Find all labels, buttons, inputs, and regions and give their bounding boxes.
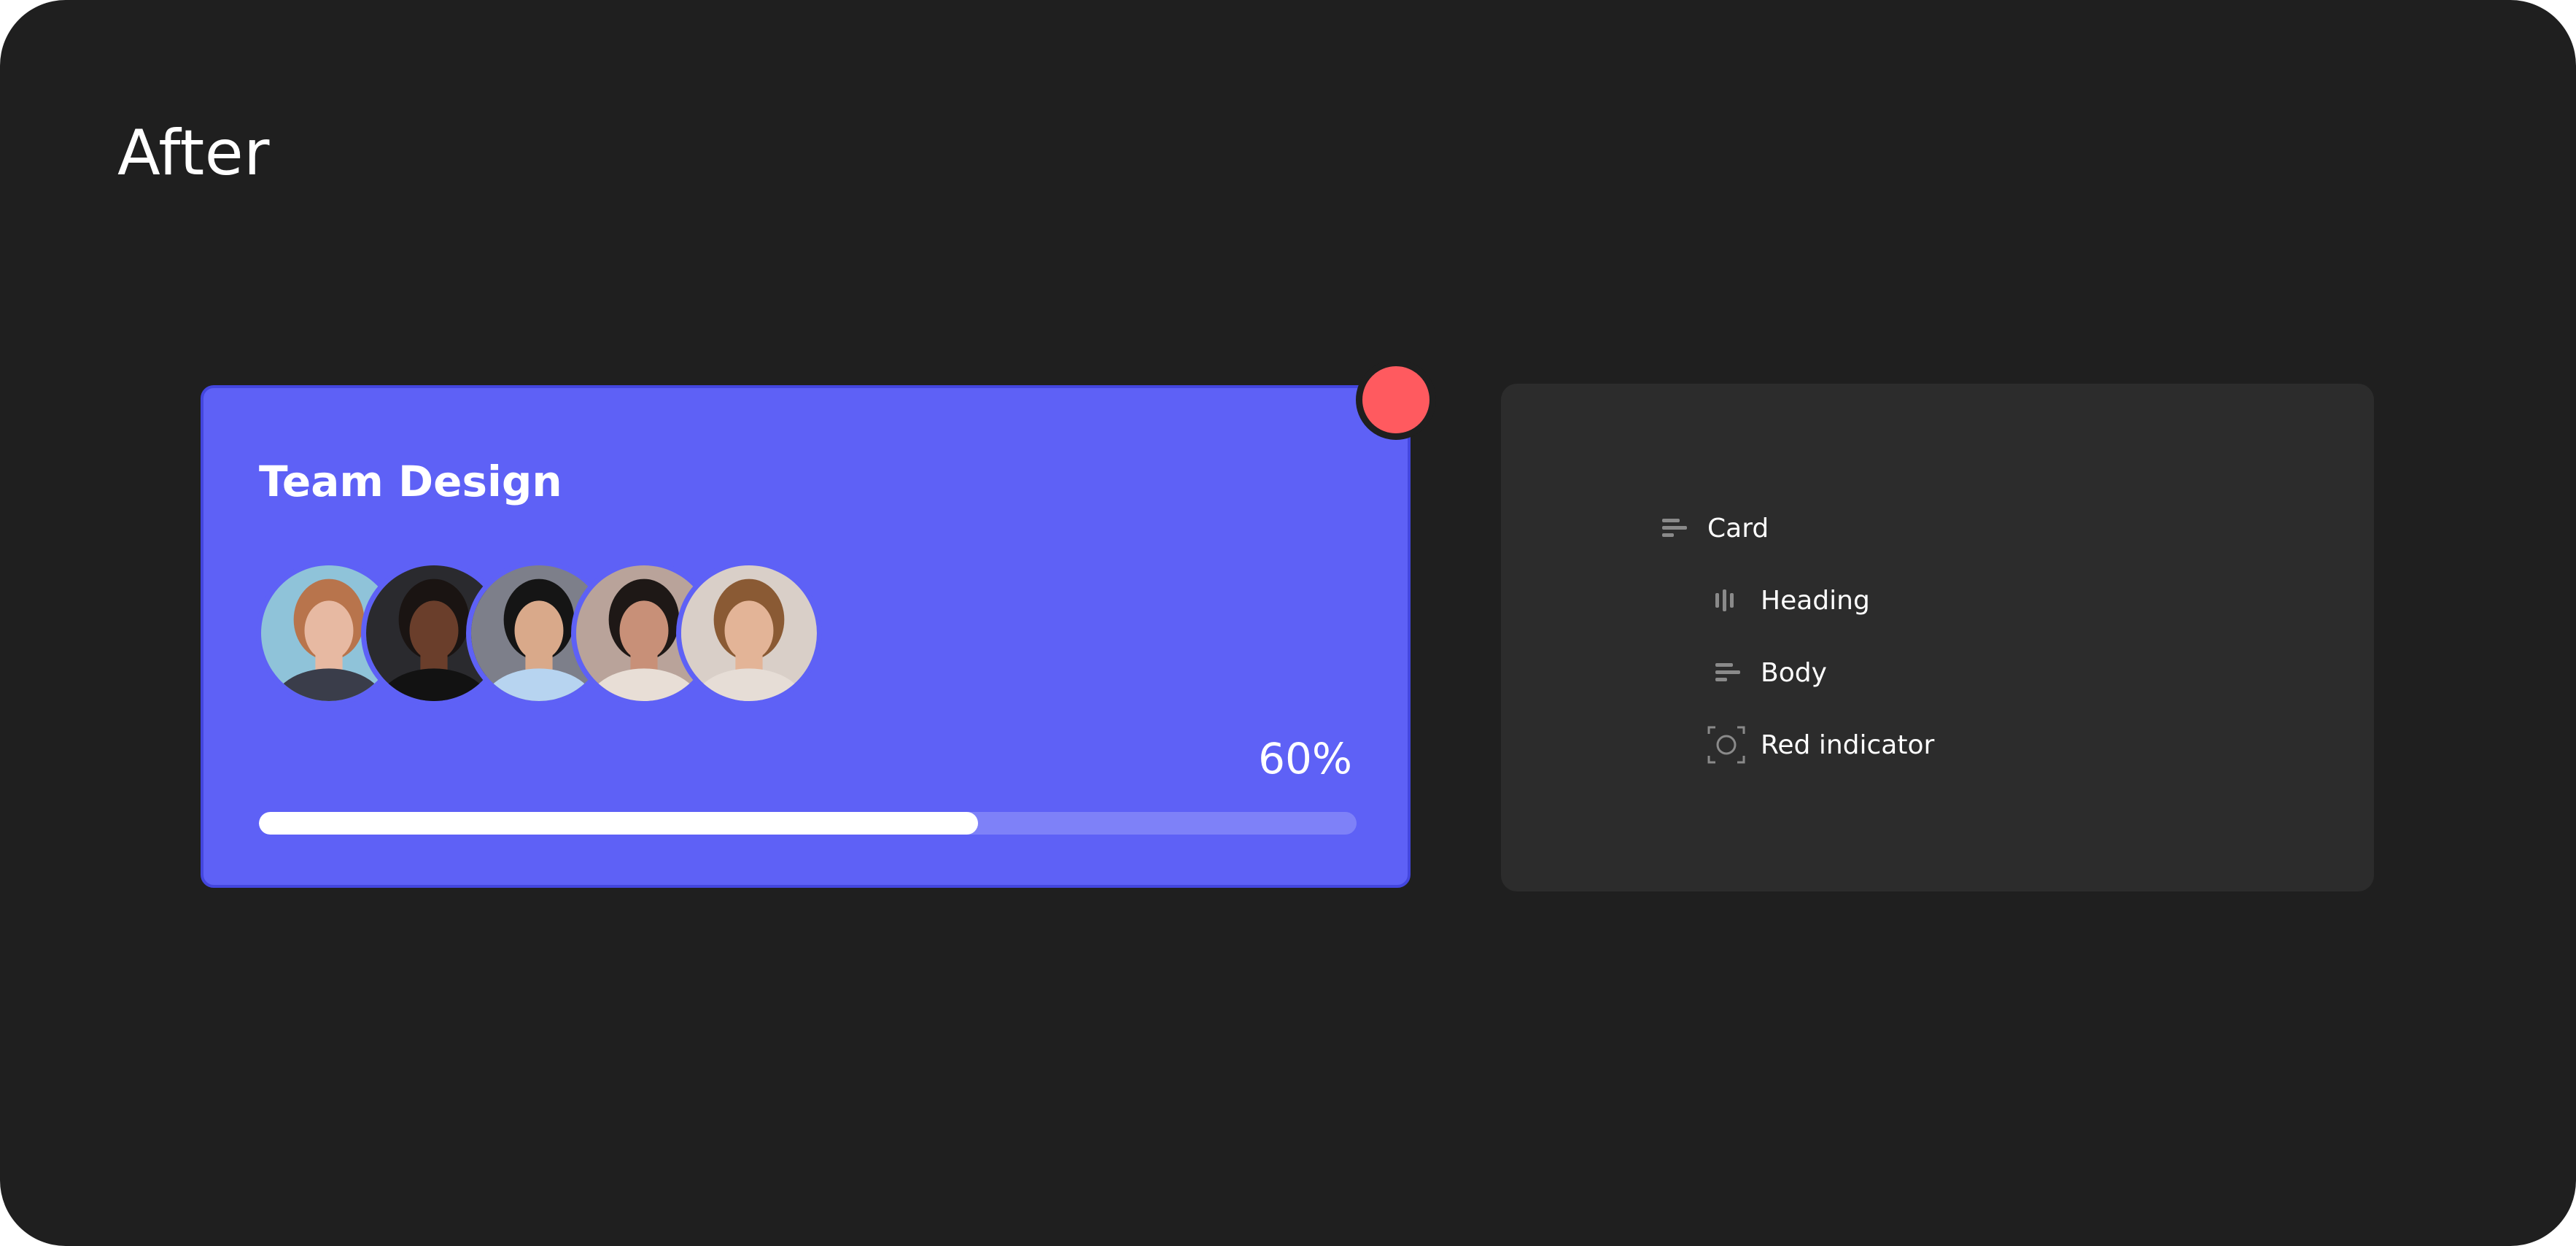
- layer-body[interactable]: Body: [1707, 651, 1827, 694]
- layers-panel: Card Heading Body Red indicator: [1501, 384, 2374, 891]
- layer-label: Body: [1761, 657, 1827, 688]
- avatar-group: [256, 560, 839, 706]
- page-title: After: [117, 117, 271, 190]
- layer-label: Red indicator: [1761, 730, 1935, 760]
- layer-label: Card: [1707, 513, 1769, 543]
- progress-bar: [259, 812, 1357, 835]
- avatar-5-portrait: [681, 565, 817, 701]
- canvas: After Team Design 60% Card Heading Body …: [0, 0, 2576, 1246]
- align-bars-vertical-icon: [1715, 589, 1734, 611]
- layer-red-indicator[interactable]: Red indicator: [1707, 723, 1934, 767]
- layer-card[interactable]: Card: [1653, 506, 1769, 550]
- align-left-icon: [1662, 519, 1687, 537]
- progress-percentage: 60%: [1258, 734, 1352, 783]
- avatar-5[interactable]: [676, 560, 822, 706]
- layer-heading[interactable]: Heading: [1707, 578, 1870, 622]
- red-indicator: [1356, 360, 1436, 440]
- layer-label: Heading: [1761, 585, 1870, 616]
- team-card[interactable]: Team Design 60%: [201, 385, 1411, 888]
- card-heading: Team Design: [259, 457, 562, 506]
- frame-circle-icon: [1707, 726, 1745, 764]
- progress-fill: [259, 812, 978, 835]
- align-left-icon: [1715, 663, 1740, 681]
